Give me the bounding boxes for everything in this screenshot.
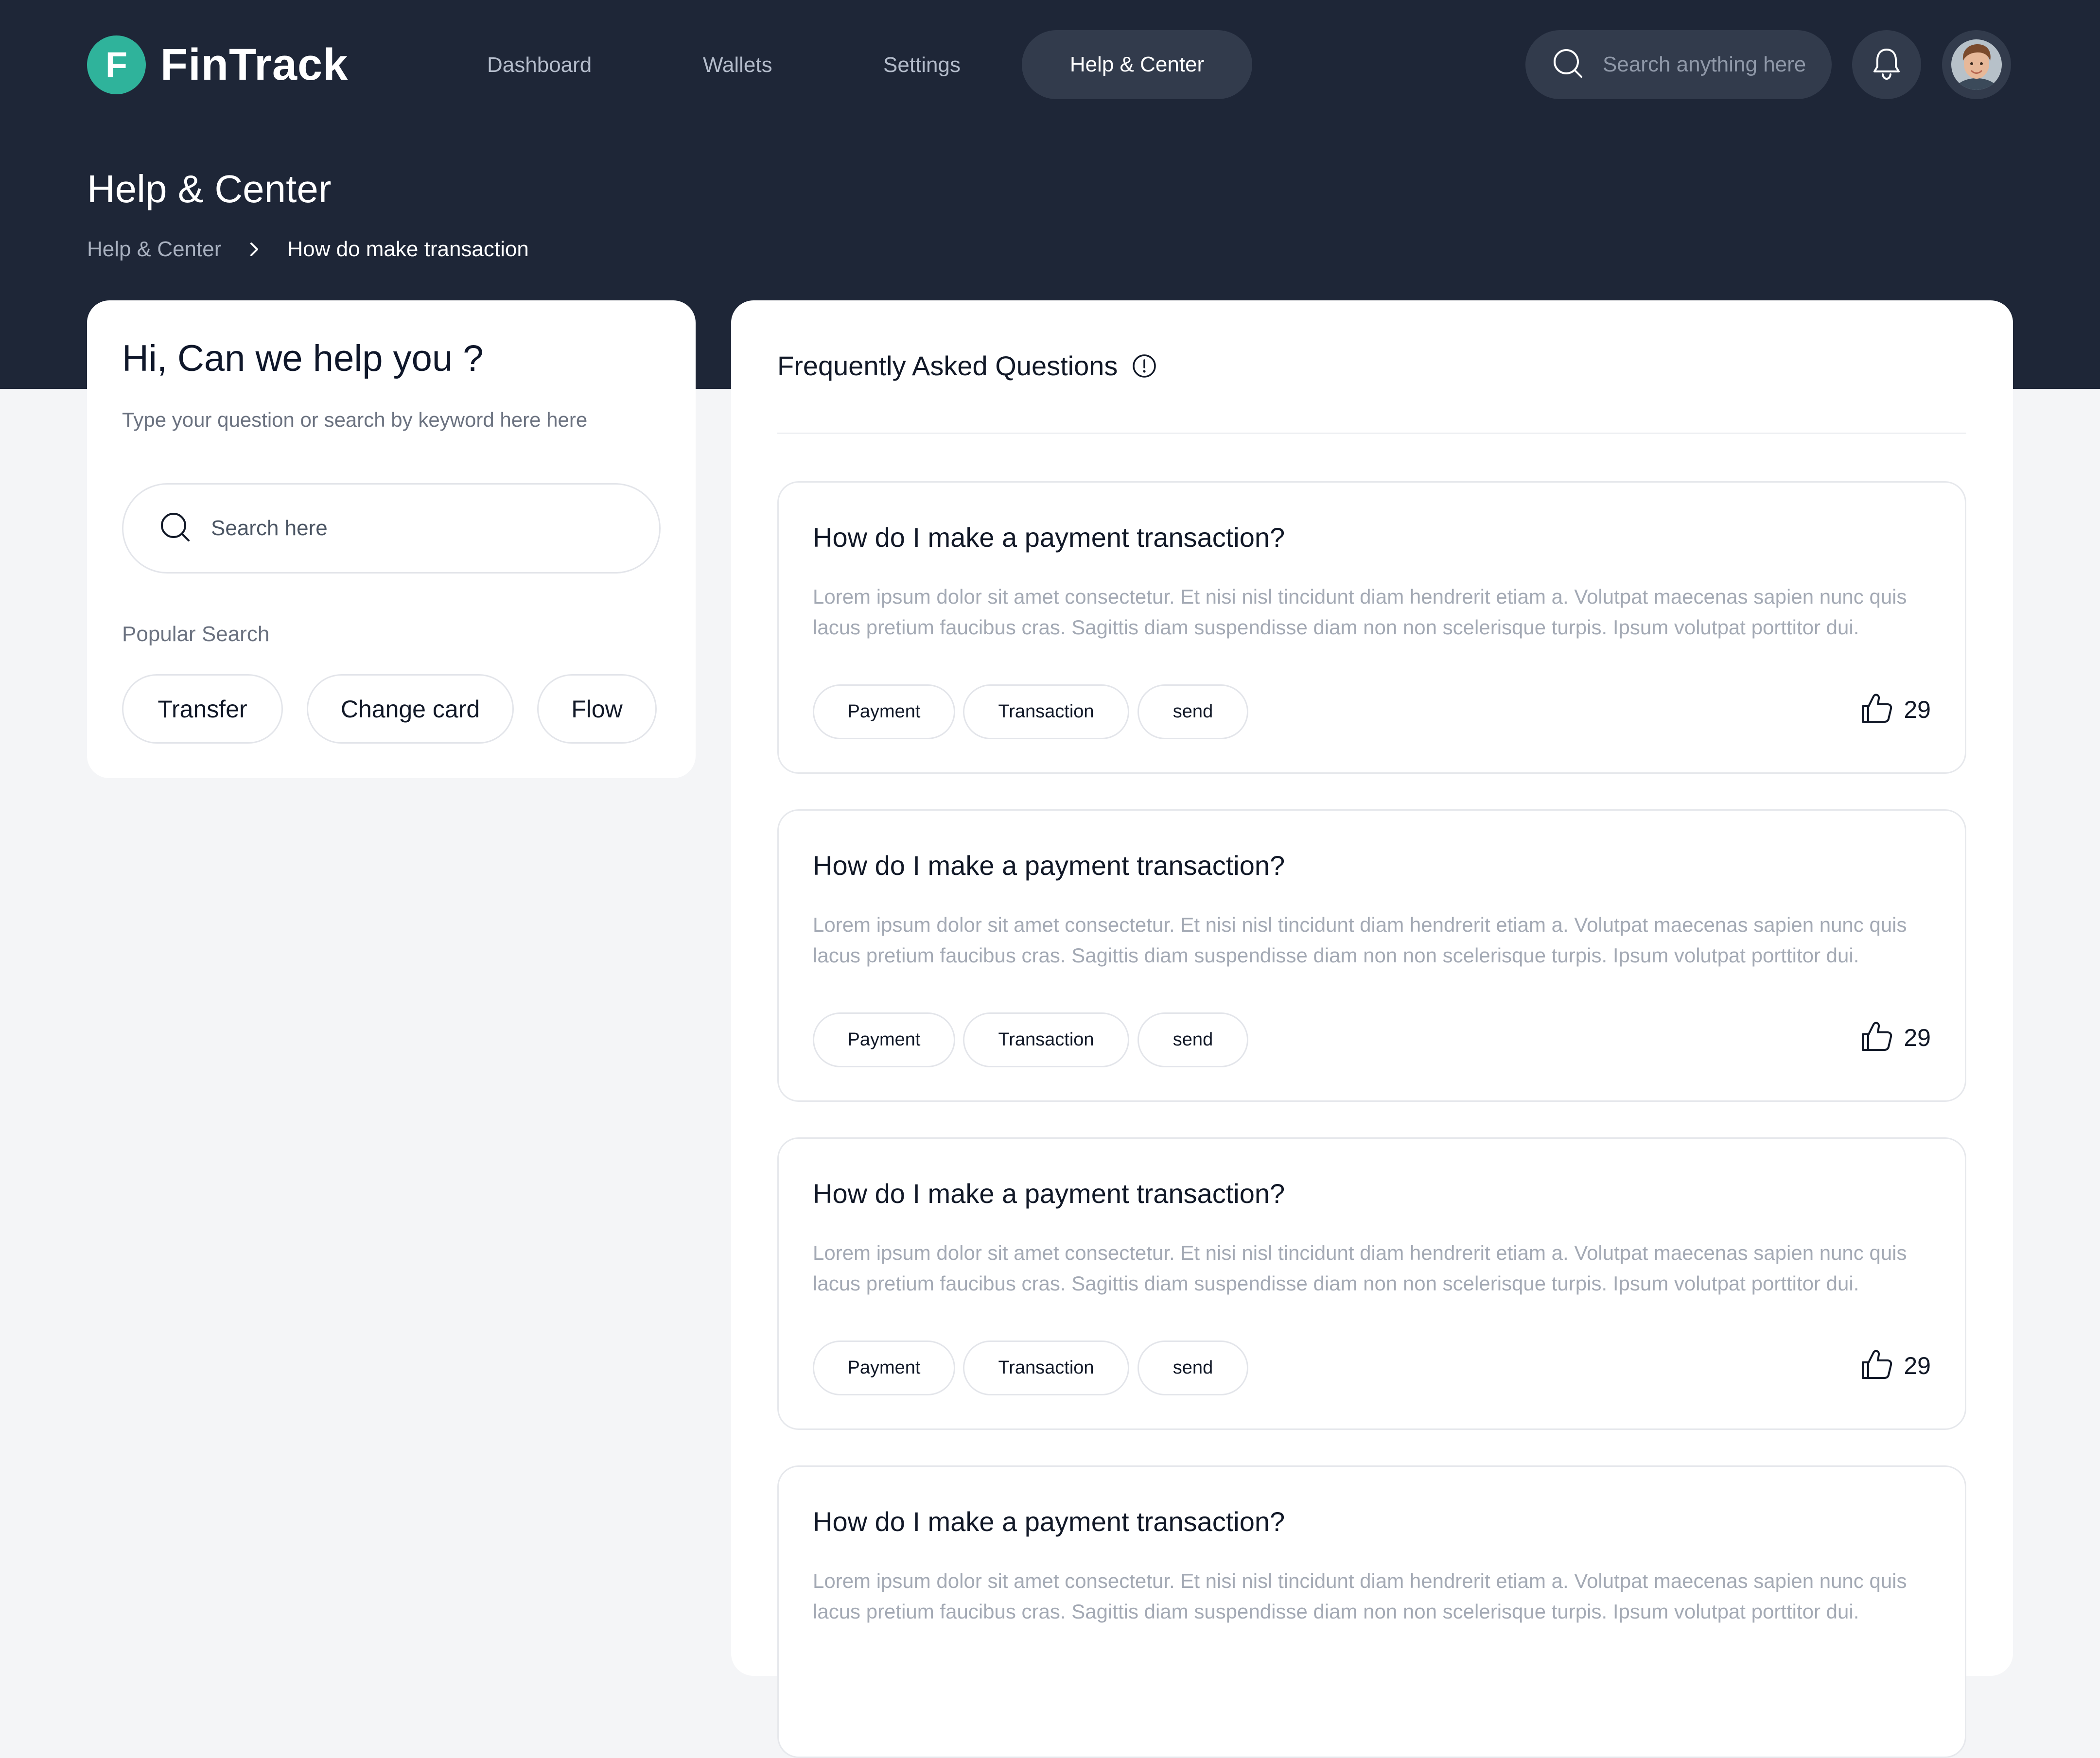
chevron-right-icon: [248, 241, 260, 258]
faq-answer: Lorem ipsum dolor sit amet consectetur. …: [813, 1241, 1907, 1295]
help-subtitle: Type your question or search by keyword …: [122, 408, 588, 431]
info-icon[interactable]: [1131, 353, 1157, 379]
faq-item[interactable]: How do I make a payment transaction? Lor…: [777, 1137, 1966, 1430]
tag-transaction[interactable]: Transaction: [963, 684, 1129, 739]
nav-wallets[interactable]: Wallets: [703, 53, 772, 77]
faq-divider: [777, 433, 1966, 434]
tag-transaction[interactable]: Transaction: [963, 1340, 1129, 1395]
brand-logo[interactable]: F FinTrack: [87, 35, 348, 94]
faq-title: Frequently Asked Questions: [777, 350, 1118, 381]
tag-send[interactable]: send: [1138, 1340, 1248, 1395]
global-search[interactable]: [1525, 30, 1832, 99]
faq-question: How do I make a payment transaction?: [813, 522, 1285, 553]
like-button[interactable]: 29: [1860, 692, 1931, 727]
tag-send[interactable]: send: [1138, 684, 1248, 739]
notifications-button[interactable]: [1852, 30, 1921, 99]
faq-header: Frequently Asked Questions: [777, 350, 1157, 382]
bell-icon: [1872, 47, 1902, 83]
popular-chip-change-card[interactable]: Change card: [307, 674, 514, 744]
faq-item[interactable]: How do I make a payment transaction? Lor…: [777, 1465, 1966, 1758]
faq-item[interactable]: How do I make a payment transaction? Lor…: [777, 809, 1966, 1102]
like-button[interactable]: 29: [1860, 1020, 1931, 1055]
popular-chip-transfer[interactable]: Transfer: [122, 674, 283, 744]
user-avatar[interactable]: [1942, 30, 2011, 99]
faq-item[interactable]: How do I make a payment transaction? Lor…: [777, 481, 1966, 774]
avatar-portrait: [1951, 39, 2002, 90]
faq-question: How do I make a payment transaction?: [813, 1506, 1285, 1537]
page-title: Help & Center: [87, 167, 332, 210]
nav-dashboard[interactable]: Dashboard: [487, 53, 592, 77]
nav-help-center[interactable]: Help & Center: [1022, 30, 1252, 99]
thumbs-up-icon: [1860, 1020, 1893, 1055]
global-search-input[interactable]: [1602, 52, 1818, 77]
faq-answer: Lorem ipsum dolor sit amet consectetur. …: [813, 585, 1907, 639]
faq-answer: Lorem ipsum dolor sit amet consectetur. …: [813, 1569, 1907, 1623]
faq-question: How do I make a payment transaction?: [813, 1178, 1285, 1209]
breadcrumb-parent[interactable]: Help & Center: [87, 237, 221, 261]
tag-payment[interactable]: Payment: [813, 684, 955, 739]
logo-mark: F: [87, 35, 146, 94]
breadcrumb-current: How do make transaction: [287, 237, 529, 261]
thumbs-up-icon: [1860, 692, 1893, 727]
faq-panel: Frequently Asked Questions How do I make…: [731, 300, 2013, 1758]
thumbs-up-icon: [1860, 1348, 1893, 1383]
help-search[interactable]: [122, 483, 661, 574]
tag-send[interactable]: send: [1138, 1012, 1248, 1067]
popular-chip-flow[interactable]: Flow: [537, 674, 657, 744]
tag-transaction[interactable]: Transaction: [963, 1012, 1129, 1067]
tag-payment[interactable]: Payment: [813, 1340, 955, 1395]
like-count: 29: [1904, 1352, 1931, 1379]
like-button[interactable]: 29: [1860, 1348, 1931, 1383]
faq-question: How do I make a payment transaction?: [813, 850, 1285, 881]
nav-settings[interactable]: Settings: [883, 53, 961, 77]
popular-search-label: Popular Search: [122, 622, 270, 646]
brand-name: FinTrack: [160, 40, 349, 89]
search-icon: [158, 510, 192, 547]
help-title: Hi, Can we help you ?: [122, 338, 484, 379]
like-count: 29: [1904, 1024, 1931, 1051]
help-search-input[interactable]: [210, 516, 625, 541]
like-count: 29: [1904, 696, 1931, 723]
search-icon: [1551, 47, 1585, 83]
breadcrumb: Help & Center How do make transaction: [87, 237, 529, 261]
help-card: Hi, Can we help you ? Type your question…: [87, 300, 696, 778]
faq-answer: Lorem ipsum dolor sit amet consectetur. …: [813, 913, 1907, 967]
tag-payment[interactable]: Payment: [813, 1012, 955, 1067]
